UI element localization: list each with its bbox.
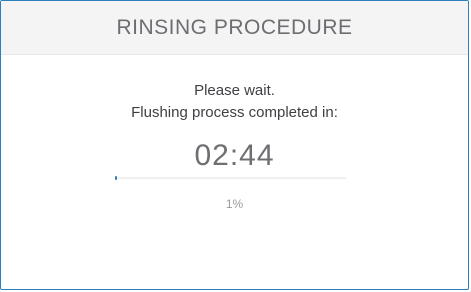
rinsing-dialog: RINSING PROCEDURE Please wait. Flushing … [0,0,469,290]
completion-message: Flushing process completed in: [131,104,338,121]
progress-percent: 1% [225,197,244,211]
progress-bar-fill [115,176,118,180]
countdown-timer: 02:44 [194,139,275,172]
wait-message: Please wait. [194,82,275,99]
dialog-title: RINSING PROCEDURE [116,15,353,39]
progress-bar [115,176,346,180]
dialog-header: RINSING PROCEDURE [1,1,468,55]
